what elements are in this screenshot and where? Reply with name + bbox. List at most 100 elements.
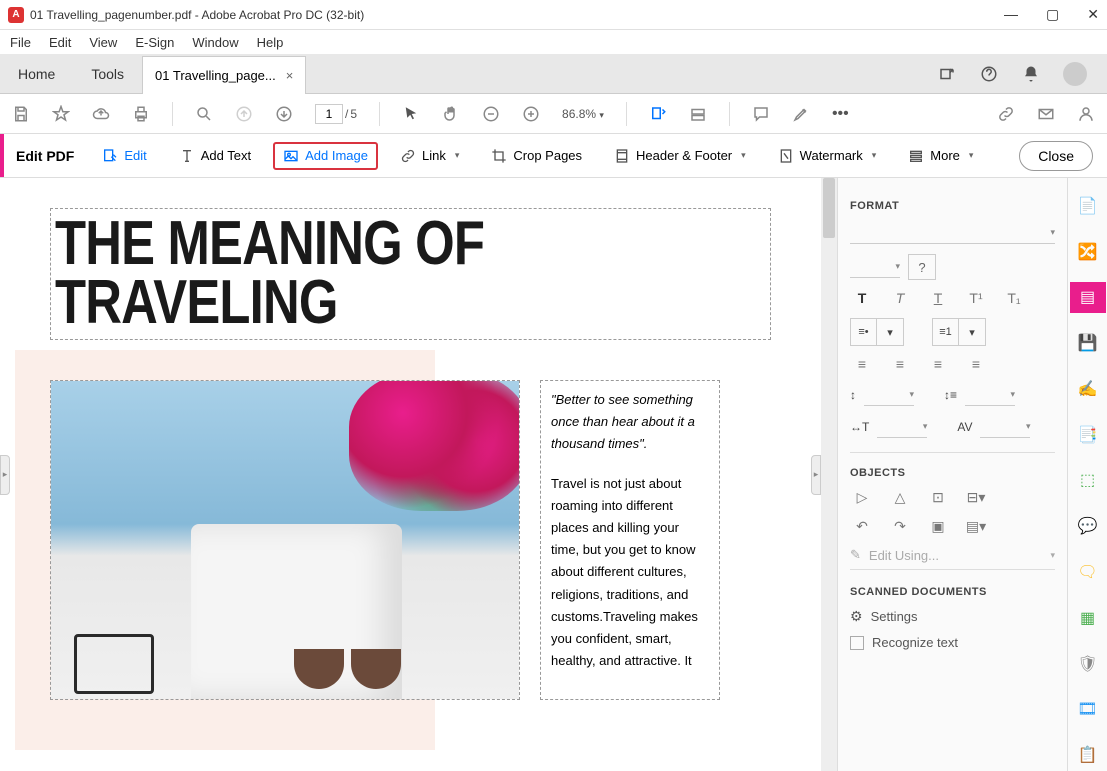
number-list-group[interactable]: ≡1▾ (932, 318, 986, 346)
hand-icon[interactable] (442, 105, 460, 123)
rotate-ccw-icon[interactable]: ↶ (850, 518, 874, 535)
video-icon[interactable]: 🎞 (1070, 693, 1106, 725)
signin-icon[interactable] (1077, 105, 1095, 123)
tab-tools[interactable]: Tools (73, 54, 142, 93)
edit-button[interactable]: Edit (92, 144, 156, 168)
edit-using-row[interactable]: ✎ Edit Using... ▾ (850, 547, 1055, 570)
link-tool-icon[interactable] (997, 105, 1015, 123)
cloud-icon[interactable] (92, 105, 110, 123)
page-display-icon[interactable] (689, 105, 707, 123)
char-spacing-select[interactable]: ▾ (980, 416, 1030, 438)
right-panel-handle[interactable]: ▸ (811, 455, 821, 495)
print-icon[interactable] (132, 105, 150, 123)
arrange-icon[interactable]: ⊟▾ (964, 489, 988, 506)
star-icon[interactable] (52, 105, 70, 123)
comment-rail-icon[interactable]: 💬 (1070, 510, 1106, 542)
more-tools-icon[interactable]: ••• (832, 105, 849, 123)
page-total: 5 (350, 107, 357, 121)
more-button[interactable]: More▾ (898, 144, 983, 168)
send-comments-icon[interactable]: ⬚ (1070, 465, 1106, 497)
font-size-select[interactable]: ▾ (850, 256, 900, 278)
align-justify-icon[interactable]: ≡ (964, 356, 988, 372)
comment-icon[interactable] (752, 105, 770, 123)
align-left-icon[interactable]: ≡ (850, 356, 874, 372)
mail-icon[interactable] (1037, 105, 1055, 123)
page-down-icon[interactable] (275, 105, 293, 123)
zoom-in-icon[interactable] (522, 105, 540, 123)
maximize-button[interactable]: ▢ (1046, 6, 1059, 23)
scan-icon[interactable]: ▦ (1070, 602, 1106, 634)
link-button[interactable]: Link▾ (390, 144, 469, 168)
export-icon[interactable]: 💾 (1070, 327, 1106, 359)
menu-esign[interactable]: E-Sign (135, 35, 174, 50)
underline-icon[interactable]: T (926, 290, 950, 306)
line-spacing-select[interactable]: ▾ (864, 384, 914, 406)
document-scrollbar[interactable] (821, 178, 837, 771)
page-up-icon[interactable] (235, 105, 253, 123)
settings-row[interactable]: ⚙ Settings (850, 608, 1055, 625)
bell-icon[interactable] (1021, 64, 1041, 84)
more-rail-icon[interactable]: 📋 (1070, 739, 1106, 771)
body-text-box[interactable]: "Better to see something once than hear … (540, 380, 720, 700)
italic-icon[interactable]: T (888, 290, 912, 306)
protect-icon[interactable]: 🛡 (1070, 648, 1106, 680)
horiz-scale-select[interactable]: ▾ (877, 416, 927, 438)
document-page[interactable]: THE MEANING OF TRAVELING "Better to see … (0, 178, 821, 771)
align-right-icon[interactable]: ≡ (926, 356, 950, 372)
add-image-button[interactable]: Add Image (273, 142, 378, 170)
para-spacing-select[interactable]: ▾ (965, 384, 1015, 406)
close-button[interactable]: ✕ (1087, 6, 1099, 23)
zoom-level[interactable]: 86.8% ▾ (562, 107, 604, 121)
header-footer-button[interactable]: Header & Footer▾ (604, 144, 756, 168)
crop-obj-icon[interactable]: ⊡ (926, 489, 950, 506)
menu-help[interactable]: Help (257, 35, 284, 50)
superscript-icon[interactable]: T¹ (964, 290, 988, 306)
add-text-button[interactable]: Add Text (169, 144, 261, 168)
tab-close-icon[interactable]: × (286, 68, 294, 83)
bold-icon[interactable]: T (850, 290, 874, 306)
search-icon[interactable] (195, 105, 213, 123)
avatar[interactable] (1063, 62, 1087, 86)
rotate-cw-icon[interactable]: ↷ (888, 518, 912, 535)
minimize-button[interactable]: — (1004, 6, 1018, 23)
tab-document[interactable]: 01 Travelling_page... × (142, 56, 306, 94)
pointer-icon[interactable] (402, 105, 420, 123)
bullet-list-group[interactable]: ≡•▾ (850, 318, 904, 346)
fit-icon[interactable] (649, 105, 667, 123)
recognize-checkbox[interactable]: Recognize text (850, 635, 1055, 650)
watermark-button[interactable]: Watermark▾ (768, 144, 887, 168)
create-pdf-icon[interactable]: 📄 (1070, 190, 1106, 222)
flip-v-icon[interactable]: △ (888, 489, 912, 506)
combine-icon[interactable]: 🔀 (1070, 236, 1106, 268)
color-picker[interactable]: ? (908, 254, 936, 280)
left-panel-handle[interactable]: ▸ (0, 455, 10, 495)
align-center-icon[interactable]: ≡ (888, 356, 912, 372)
font-family-select[interactable]: ▾ (850, 222, 1055, 244)
tab-home[interactable]: Home (0, 54, 73, 93)
highlight-icon[interactable] (792, 105, 810, 123)
share-icon[interactable] (937, 64, 957, 84)
menu-window[interactable]: Window (192, 35, 238, 50)
heading-box[interactable]: THE MEANING OF TRAVELING (50, 208, 771, 340)
scrollbar-thumb[interactable] (823, 178, 835, 238)
menu-edit[interactable]: Edit (49, 35, 71, 50)
page-current-input[interactable] (315, 104, 343, 124)
zoom-out-icon[interactable] (482, 105, 500, 123)
close-editbar-button[interactable]: Close (1019, 141, 1093, 171)
menubar: File Edit View E-Sign Window Help (0, 30, 1107, 54)
replace-image-icon[interactable]: ▣ (926, 518, 950, 535)
crop-button[interactable]: Crop Pages (481, 144, 592, 168)
align-obj-icon[interactable]: ▤▾ (964, 518, 988, 535)
menu-file[interactable]: File (10, 35, 31, 50)
save-icon[interactable] (12, 105, 30, 123)
help-icon[interactable] (979, 64, 999, 84)
image-box[interactable] (50, 380, 520, 700)
workspace: ▸ ▸ THE MEANING OF TRAVELING (0, 178, 1107, 771)
subscript-icon[interactable]: T₁ (1002, 290, 1026, 306)
sign-icon[interactable]: ✍ (1070, 373, 1106, 405)
note-icon[interactable]: 🗨 (1070, 556, 1106, 588)
flip-h-icon[interactable]: ▷ (850, 489, 874, 506)
organize-icon[interactable]: 📑 (1070, 419, 1106, 451)
edit-pdf-rail-icon[interactable]: ▤ (1070, 282, 1106, 314)
menu-view[interactable]: View (89, 35, 117, 50)
